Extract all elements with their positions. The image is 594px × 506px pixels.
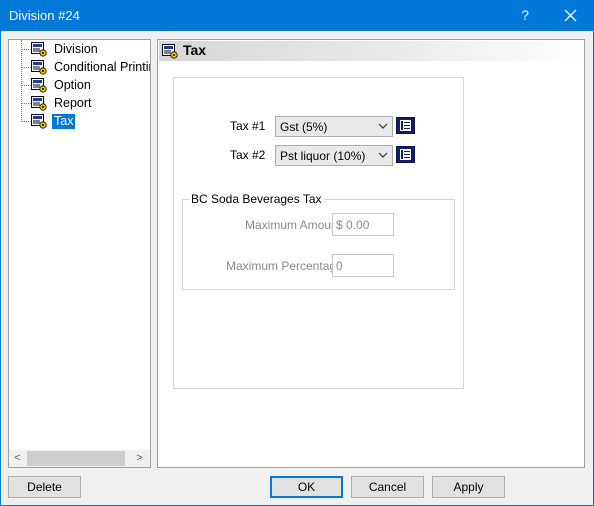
ok-button[interactable]: OK	[270, 476, 343, 498]
list-icon	[400, 120, 411, 131]
tax2-value: Pst liquor (10%)	[280, 149, 366, 163]
close-button[interactable]	[553, 0, 587, 31]
settings-page-icon	[31, 78, 47, 93]
max-amount-field[interactable]	[332, 213, 394, 236]
tree-item-conditional-printing[interactable]: Conditional Printing	[9, 59, 150, 77]
tax2-label: Tax #2	[230, 148, 266, 162]
horizontal-scrollbar[interactable]: < >	[9, 450, 150, 467]
max-amount-input[interactable]	[333, 214, 393, 235]
max-amount-label: Maximum Amount	[245, 218, 342, 232]
tax-settings-box: Tax #1 Gst (5%) Tax #2 Pst liquor (10%)	[173, 77, 464, 389]
tax-panel: Tax Tax #1 Gst (5%) Tax #2 Pst liquor (1…	[157, 39, 585, 468]
max-percentage-input[interactable]	[333, 255, 393, 276]
settings-page-icon	[31, 114, 47, 129]
group-title: BC Soda Beverages Tax	[189, 192, 324, 206]
settings-page-icon	[162, 44, 178, 59]
scroll-left-button[interactable]: <	[9, 450, 26, 467]
tax1-select[interactable]: Gst (5%)	[275, 116, 393, 137]
list-icon	[400, 149, 411, 160]
bc-soda-tax-group: BC Soda Beverages Tax Maximum Amount Max…	[182, 192, 455, 290]
scroll-thumb[interactable]	[27, 451, 125, 466]
panel-title: Tax	[183, 42, 207, 58]
delete-button[interactable]: Delete	[8, 476, 81, 498]
tax1-value: Gst (5%)	[280, 120, 328, 134]
tree-branch	[21, 67, 31, 68]
max-percentage-label: Maximum Percentage	[226, 259, 343, 273]
tree-item-division[interactable]: Division	[9, 41, 150, 59]
tax1-lookup-button[interactable]	[396, 117, 415, 134]
tree-item-label: Conditional Printing	[54, 60, 150, 74]
chevron-down-icon	[378, 152, 388, 158]
window-title: Division #24	[9, 8, 80, 23]
apply-button[interactable]: Apply	[432, 476, 505, 498]
title-bar: Division #24 ?	[0, 0, 594, 31]
help-button[interactable]: ?	[512, 0, 538, 31]
tree-item-label: Tax	[52, 114, 76, 129]
tree-item-label: Division	[54, 42, 98, 56]
tree-branch	[21, 103, 31, 104]
close-icon	[564, 9, 577, 22]
tree-item-label: Option	[54, 78, 91, 92]
settings-page-icon	[31, 96, 47, 111]
cancel-button[interactable]: Cancel	[351, 476, 424, 498]
tax2-lookup-button[interactable]	[396, 146, 415, 163]
chevron-down-icon	[378, 123, 388, 129]
tree-item-tax[interactable]: Tax	[9, 113, 150, 131]
tax2-select[interactable]: Pst liquor (10%)	[275, 145, 393, 166]
tree-branch	[21, 85, 31, 86]
settings-page-icon	[31, 60, 47, 75]
max-percentage-field[interactable]	[332, 254, 394, 277]
tax1-label: Tax #1	[230, 119, 266, 133]
tree-branch	[21, 121, 31, 122]
tree-item-report[interactable]: Report	[9, 95, 150, 113]
tree-item-label: Report	[54, 96, 92, 110]
settings-page-icon	[31, 42, 47, 57]
panel-header: Tax	[159, 41, 583, 61]
scroll-right-button[interactable]: >	[131, 450, 148, 467]
tree-branch	[21, 49, 31, 50]
tree-item-option[interactable]: Option	[9, 77, 150, 95]
settings-tree[interactable]: Division Conditional Printing Option	[8, 39, 151, 468]
